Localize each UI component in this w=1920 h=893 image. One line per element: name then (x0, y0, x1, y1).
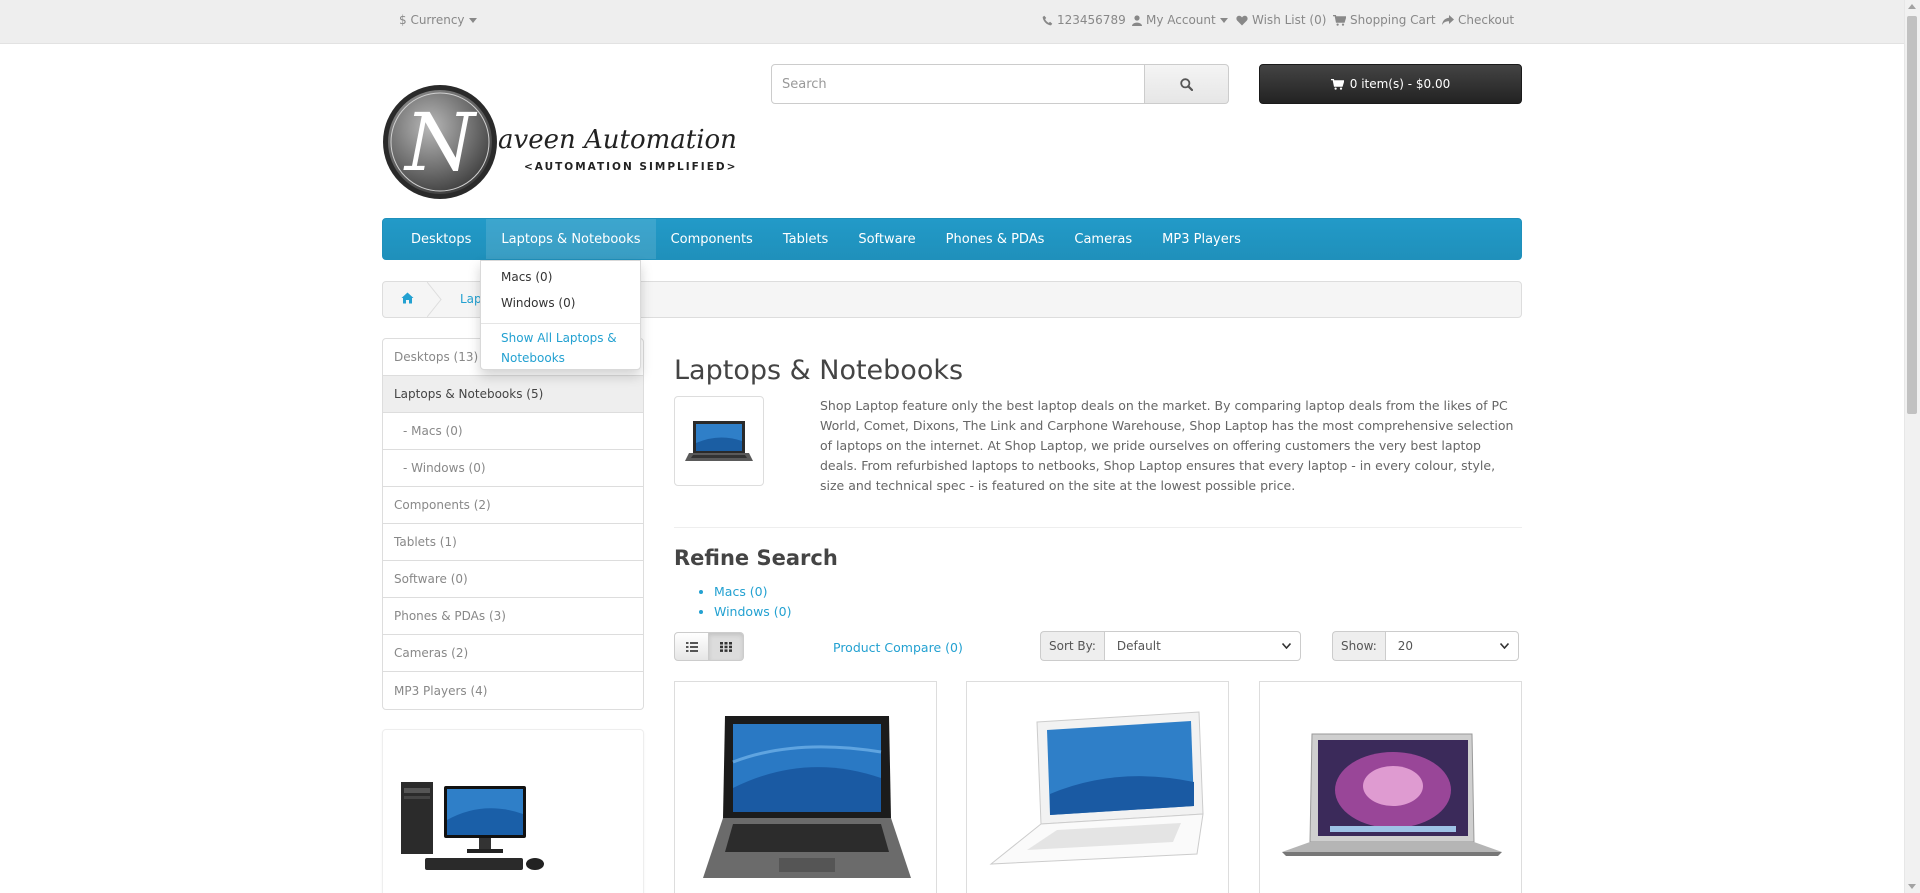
macbook-white-image (989, 711, 1204, 865)
scroll-up-arrow-icon[interactable] (1908, 4, 1916, 9)
page-title: Laptops & Notebooks (674, 355, 964, 386)
product-card[interactable] (1259, 681, 1522, 893)
sort-by-group: Sort By: Default (1040, 631, 1301, 661)
my-account-dropdown[interactable]: My Account (1132, 10, 1228, 30)
logo-tagline: <AUTOMATION SIMPLIFIED> (524, 161, 737, 173)
category-description: Shop Laptop feature only the best laptop… (820, 398, 1514, 493)
product-card[interactable] (966, 681, 1229, 893)
heart-icon (1236, 15, 1248, 25)
refine-search-list: Macs (0) Windows (0) (714, 582, 791, 622)
share-icon (1442, 14, 1454, 25)
category-list: Desktops (13) Laptops & Notebooks (5) - … (382, 338, 644, 710)
phone-number: 123456789 (1057, 13, 1126, 27)
logo-initial: N (403, 96, 478, 189)
shopping-cart-icon (1333, 14, 1346, 26)
currency-dropdown[interactable]: $ Currency (399, 10, 477, 30)
category-software[interactable]: Software (0) (383, 561, 643, 598)
show-all-laptops-link[interactable]: Show All Laptops & Notebooks (501, 328, 631, 368)
show-label: Show: (1332, 631, 1385, 661)
cart-summary: 0 item(s) - $0.00 (1349, 77, 1451, 91)
product-card[interactable] (674, 681, 937, 893)
view-toggle (674, 632, 745, 661)
product-compare-link[interactable]: Product Compare (0) (833, 640, 963, 655)
section-divider (674, 527, 1522, 528)
desktop-computer-image (401, 782, 544, 870)
laptops-dropdown-menu: Macs (0) Windows (0) Show All Laptops & … (480, 260, 641, 370)
show-limit-select[interactable]: 20 (1384, 631, 1519, 661)
refine-link-windows[interactable]: Windows (0) (714, 602, 791, 622)
user-icon (1132, 14, 1142, 26)
menu-item-tablets[interactable]: Tablets (768, 219, 844, 259)
wishlist-label: Wish List (0) (1252, 13, 1327, 27)
show-group: Show: 20 (1332, 631, 1519, 661)
page-scrollbar[interactable] (1904, 0, 1920, 893)
show-limit-value: 20 (1397, 639, 1414, 653)
main-menu: Desktops Laptops & Notebooks Components … (382, 218, 1522, 260)
search-button[interactable] (1145, 64, 1229, 104)
home-icon[interactable] (401, 292, 414, 307)
cart-button[interactable]: 0 item(s) - $0.00 (1259, 64, 1522, 104)
breadcrumb-laptops-link[interactable]: Lap (460, 292, 482, 306)
my-account-label: My Account (1146, 13, 1216, 27)
logo-wordmark: aveen Automation Labs (498, 125, 742, 155)
category-windows[interactable]: - Windows (0) (383, 450, 643, 487)
menu-item-phones-pdas[interactable]: Phones & PDAs (931, 219, 1060, 259)
dropdown-item-windows[interactable]: Windows (0) (501, 296, 575, 310)
category-thumbnail (674, 396, 764, 486)
logo-graphic: N aveen Automation Labs <AUTOMATION SIMP… (383, 85, 808, 199)
category-laptops-notebooks[interactable]: Laptops & Notebooks (5) (383, 376, 643, 413)
sort-by-value: Default (1116, 639, 1161, 653)
search-bar (771, 64, 1229, 104)
sort-by-label: Sort By: (1040, 631, 1104, 661)
menu-item-software[interactable]: Software (843, 219, 930, 259)
menu-item-cameras[interactable]: Cameras (1059, 219, 1147, 259)
shopping-cart-label: Shopping Cart (1350, 13, 1436, 27)
search-input[interactable] (771, 64, 1146, 104)
shopping-cart-link[interactable]: Shopping Cart (1333, 10, 1436, 30)
dropdown-item-macs[interactable]: Macs (0) (501, 270, 552, 284)
category-phones-pdas[interactable]: Phones & PDAs (3) (383, 598, 643, 635)
store-logo[interactable]: N aveen Automation Labs <AUTOMATION SIMP… (382, 82, 808, 202)
dropdown-divider (481, 323, 640, 324)
hp-laptop-image (703, 716, 911, 878)
caret-down-icon (1219, 17, 1228, 23)
scrollbar-thumb[interactable] (1907, 16, 1917, 414)
chevron-down-icon (1499, 643, 1509, 649)
menu-item-laptops-notebooks[interactable]: Laptops & Notebooks (486, 219, 656, 259)
list-view-button[interactable] (674, 632, 709, 661)
currency-label: $ Currency (399, 13, 465, 27)
laptop-thumbnail-image (685, 421, 753, 461)
macbook-air-image (1282, 733, 1502, 856)
promo-banner[interactable] (382, 729, 644, 893)
wishlist-link[interactable]: Wish List (0) (1236, 10, 1326, 30)
shopping-cart-icon (1330, 78, 1344, 90)
menu-item-desktops[interactable]: Desktops (396, 219, 486, 259)
category-macs[interactable]: - Macs (0) (383, 413, 643, 450)
category-cameras[interactable]: Cameras (2) (383, 635, 643, 672)
caret-down-icon (468, 17, 477, 23)
breadcrumb-separator (427, 282, 442, 317)
category-tablets[interactable]: Tablets (1) (383, 524, 643, 561)
checkout-link[interactable]: Checkout (1442, 10, 1514, 30)
category-components[interactable]: Components (2) (383, 487, 643, 524)
list-icon (685, 641, 698, 652)
menu-item-mp3-players[interactable]: MP3 Players (1147, 219, 1256, 259)
grid-icon (720, 641, 732, 652)
phone-icon (1042, 15, 1053, 25)
category-mp3-players[interactable]: MP3 Players (4) (383, 672, 643, 709)
refine-search-heading: Refine Search (674, 546, 838, 570)
refine-link-macs[interactable]: Macs (0) (714, 582, 791, 602)
phone-link[interactable]: 123456789 (1042, 10, 1126, 30)
scroll-down-arrow-icon[interactable] (1908, 884, 1916, 889)
sort-by-select[interactable]: Default (1103, 631, 1301, 661)
checkout-label: Checkout (1458, 13, 1515, 27)
chevron-down-icon (1281, 643, 1291, 649)
top-bar: $ Currency 123456789 My Account Wish Lis… (0, 0, 1904, 44)
grid-view-button[interactable] (709, 632, 744, 661)
search-icon (1180, 77, 1194, 91)
menu-item-components[interactable]: Components (656, 219, 768, 259)
